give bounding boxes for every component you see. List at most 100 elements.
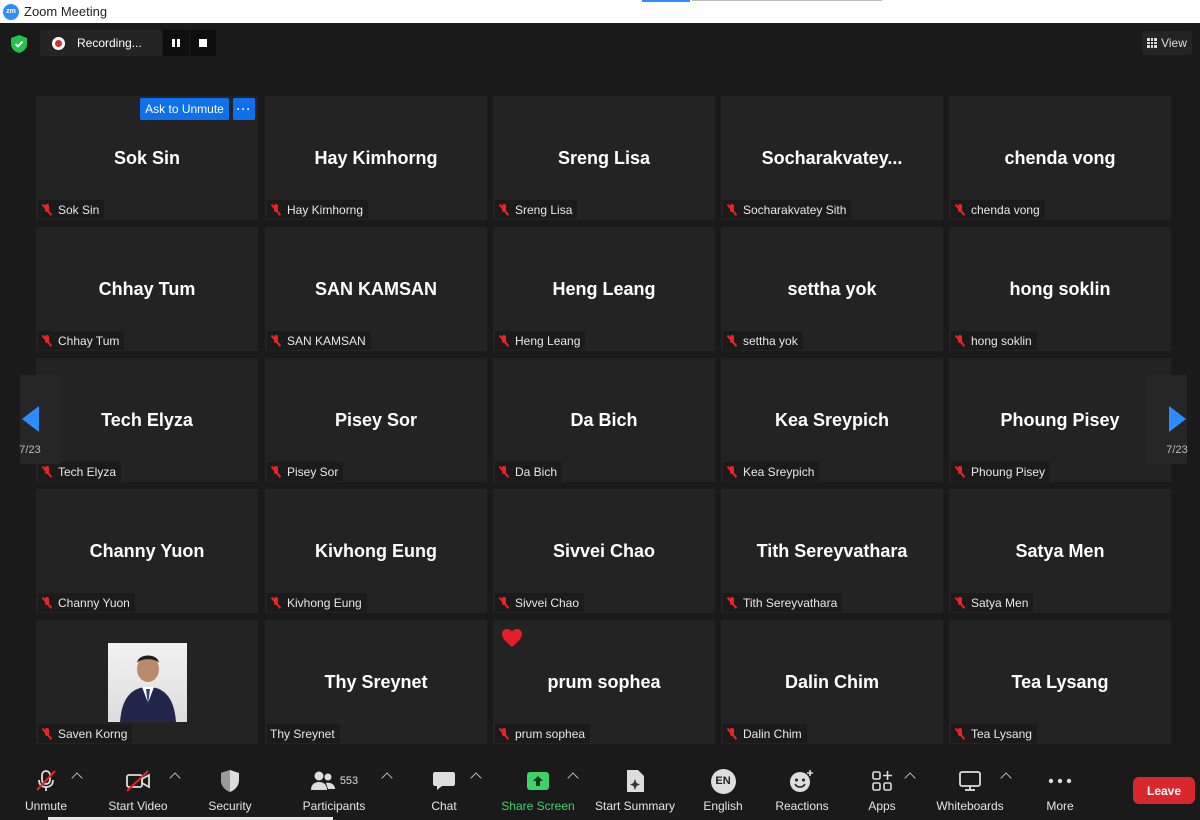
participant-tile[interactable]: Sok Sin Sok Sin Ask to Unmute ···: [36, 96, 258, 220]
english-interpretation-button[interactable]: EN English: [700, 768, 746, 816]
participant-tile[interactable]: Kivhong Eung Kivhong Eung: [265, 489, 487, 613]
share-screen-label: Share Screen: [501, 799, 575, 813]
participant-name-label: settha yok: [743, 333, 798, 348]
participant-tile[interactable]: Phoung Pisey Phoung Pisey: [949, 358, 1171, 482]
start-video-button[interactable]: Start Video: [106, 768, 170, 816]
participants-button[interactable]: 553 Participants: [300, 768, 368, 816]
microphone-muted-icon: [41, 203, 53, 216]
participant-name-label: Kivhong Eung: [287, 595, 362, 610]
participant-tile[interactable]: Satya Men Satya Men: [949, 489, 1171, 613]
microphone-muted-icon: [41, 727, 53, 740]
participant-name-tag: Phoung Pisey: [951, 462, 1051, 481]
next-page-button[interactable]: 7/23: [1147, 375, 1197, 464]
participant-tile[interactable]: Pisey Sor Pisey Sor: [265, 358, 487, 482]
participant-name-label: Sok Sin: [58, 202, 100, 217]
grid-view-icon: [1147, 38, 1158, 48]
participant-name-tag: chenda vong: [951, 200, 1045, 219]
microphone-muted-icon: [726, 203, 738, 216]
participant-tile[interactable]: Da Bich Da Bich: [493, 358, 715, 482]
participant-name-label: SAN KAMSAN: [287, 333, 366, 348]
participant-tile[interactable]: hong soklin hong soklin: [949, 227, 1171, 351]
participant-tile[interactable]: Tea Lysang Tea Lysang: [949, 620, 1171, 744]
video-options-caret-icon[interactable]: [169, 772, 181, 784]
stop-recording-button[interactable]: [190, 30, 216, 56]
participant-tile[interactable]: SAN KAMSAN SAN KAMSAN: [265, 227, 487, 351]
participant-tile[interactable]: Hay Kimhorng Hay Kimhorng: [265, 96, 487, 220]
participant-name-tag: Thy Sreynet: [267, 724, 340, 743]
participant-tile[interactable]: Sreng Lisa Sreng Lisa: [493, 96, 715, 220]
view-button[interactable]: View: [1142, 31, 1192, 55]
leave-meeting-button[interactable]: Leave: [1133, 777, 1195, 804]
more-label: More: [1046, 799, 1074, 813]
participant-name-tag: settha yok: [723, 331, 803, 350]
participant-name-label: prum sophea: [515, 726, 586, 741]
participants-options-caret-icon[interactable]: [381, 772, 393, 784]
ask-to-unmute-button[interactable]: Ask to Unmute: [140, 98, 229, 120]
participant-name-label: Tea Lysang: [971, 726, 1032, 741]
zoom-logo-icon: zm: [3, 3, 19, 20]
participant-name-label: Pisey Sor: [287, 464, 339, 479]
recording-indicator: Recording...: [40, 30, 162, 56]
language-badge-icon: EN: [710, 768, 736, 794]
participant-name-label: Kea Sreypich: [743, 464, 815, 479]
participant-name-label: hong soklin: [971, 333, 1032, 348]
microphone-muted-icon: [270, 596, 282, 609]
apps-button[interactable]: Apps: [864, 768, 900, 816]
english-label: English: [703, 799, 743, 813]
participant-name-label: Dalin Chim: [743, 726, 802, 741]
chat-options-caret-icon[interactable]: [470, 772, 482, 784]
microphone-muted-icon: [498, 465, 510, 478]
participant-tile[interactable]: Socharakvatey... Socharakvatey Sith: [721, 96, 943, 220]
participant-name-tag: Chhay Tum: [38, 331, 125, 350]
audio-options-caret-icon[interactable]: [71, 772, 83, 784]
previous-page-button[interactable]: 7/23: [10, 375, 60, 464]
microphone-muted-icon: [726, 596, 738, 609]
microphone-muted-icon: [498, 727, 510, 740]
participant-tile[interactable]: Kea Sreypich Kea Sreypich: [721, 358, 943, 482]
start-summary-label: Start Summary: [594, 799, 675, 813]
heart-icon: [502, 629, 522, 647]
participant-tile[interactable]: chenda vong chenda vong: [949, 96, 1171, 220]
reactions-button[interactable]: Reactions: [774, 768, 830, 816]
pause-icon: [172, 39, 180, 47]
chat-button[interactable]: Chat: [427, 768, 461, 816]
more-button[interactable]: More: [1042, 768, 1078, 816]
participant-name-label: Da Bich: [515, 464, 558, 479]
participant-name-label: Saven Korng: [58, 726, 128, 741]
participant-tile[interactable]: Saven Korng: [36, 620, 258, 744]
unmute-button[interactable]: Unmute: [23, 768, 69, 816]
arrow-right-icon: [1168, 406, 1186, 432]
chat-label: Chat: [431, 799, 457, 813]
pause-recording-button[interactable]: [163, 30, 189, 56]
participant-tile[interactable]: settha yok settha yok: [721, 227, 943, 351]
share-screen-button[interactable]: Share Screen: [500, 768, 576, 816]
security-shield-icon: [221, 770, 239, 792]
participant-name-tag: Dalin Chim: [723, 724, 807, 743]
participant-name-tag: Channy Yuon: [38, 593, 135, 612]
participant-tile[interactable]: prum sophea prum sophea: [493, 620, 715, 744]
share-screen-arrow-icon: [527, 772, 549, 790]
title-accent-line: [642, 0, 690, 2]
whiteboards-button[interactable]: Whiteboards: [932, 768, 1008, 816]
page-indicator-right: 7/23: [1166, 444, 1188, 456]
participant-name-tag: prum sophea: [495, 724, 591, 743]
participant-name-label: Satya Men: [971, 595, 1029, 610]
participant-tile[interactable]: Sivvei Chao Sivvei Chao: [493, 489, 715, 613]
participant-tile[interactable]: Tech Elyza Tech Elyza: [36, 358, 258, 482]
participant-tile[interactable]: Channy Yuon Channy Yuon: [36, 489, 258, 613]
microphone-muted-icon: [41, 334, 53, 347]
apps-options-caret-icon[interactable]: [904, 772, 916, 784]
start-video-label: Start Video: [108, 799, 168, 813]
tile-more-options-button[interactable]: ···: [233, 98, 255, 120]
microphone-muted-icon: [726, 465, 738, 478]
participant-tile[interactable]: Chhay Tum Chhay Tum: [36, 227, 258, 351]
participant-name-tag: Satya Men: [951, 593, 1034, 612]
whiteboard-icon: [959, 771, 981, 791]
participant-tile[interactable]: Heng Leang Heng Leang: [493, 227, 715, 351]
encryption-shield-icon[interactable]: [11, 35, 27, 53]
participant-tile[interactable]: Thy Sreynet Thy Sreynet: [265, 620, 487, 744]
security-button[interactable]: Security: [206, 768, 254, 816]
participant-tile[interactable]: Dalin Chim Dalin Chim: [721, 620, 943, 744]
start-summary-button[interactable]: Start Summary: [592, 768, 678, 816]
participant-tile[interactable]: Tith Sereyvathara Tith Sereyvathara: [721, 489, 943, 613]
